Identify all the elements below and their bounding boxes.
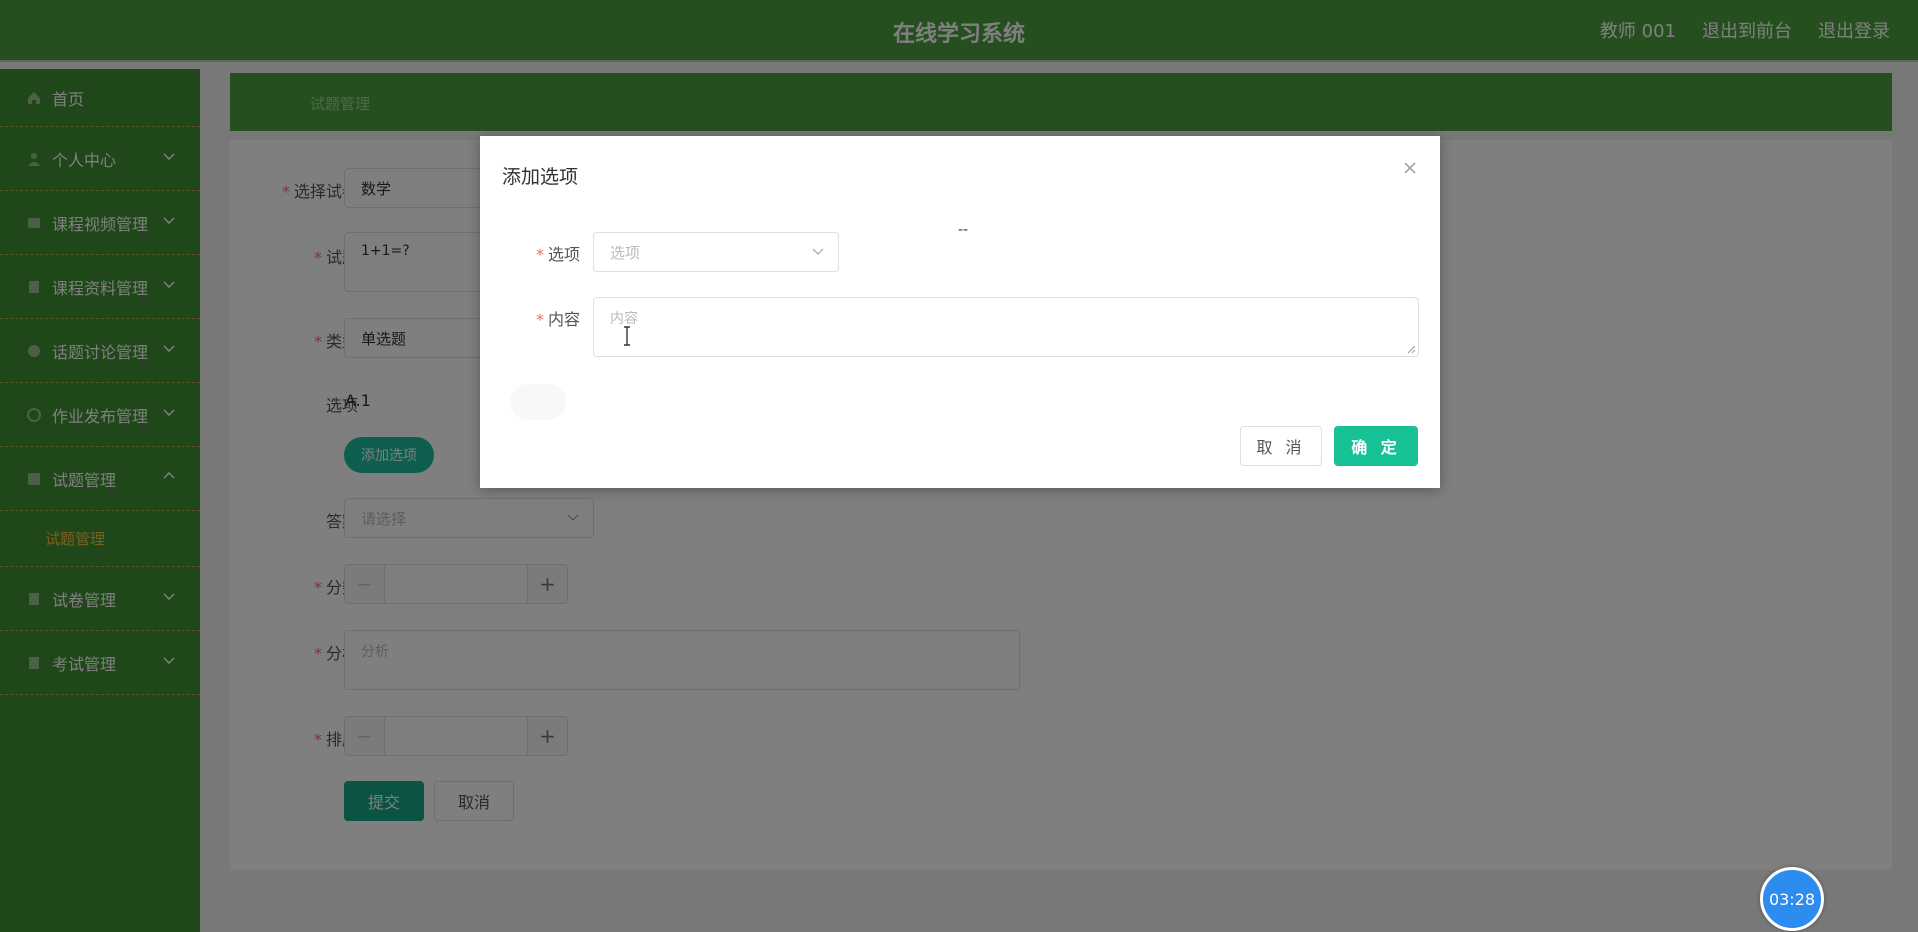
dialog-content-textarea[interactable]: 内容: [593, 297, 1419, 357]
add-option-dialog: 添加选项 * 选项 选项 -- * 内容 内容 取 消 确 定: [480, 136, 1440, 488]
ghost-button: [510, 384, 566, 420]
dialog-cancel-button[interactable]: 取 消: [1240, 426, 1322, 466]
exam-timer-badge: 03:28: [1760, 867, 1824, 931]
dialog-dash-text: --: [958, 222, 969, 238]
dialog-content-label: * 内容: [535, 310, 580, 329]
dialog-title: 添加选项: [502, 166, 579, 188]
dialog-confirm-button[interactable]: 确 定: [1334, 426, 1418, 466]
dialog-option-label: * 选项: [535, 245, 580, 264]
text-cursor-icon: [624, 326, 630, 346]
chevron-down-icon: [812, 248, 824, 255]
dialog-option-select[interactable]: 选项: [593, 232, 839, 272]
close-icon[interactable]: [1402, 160, 1418, 176]
resize-grip-icon[interactable]: [1406, 344, 1416, 354]
